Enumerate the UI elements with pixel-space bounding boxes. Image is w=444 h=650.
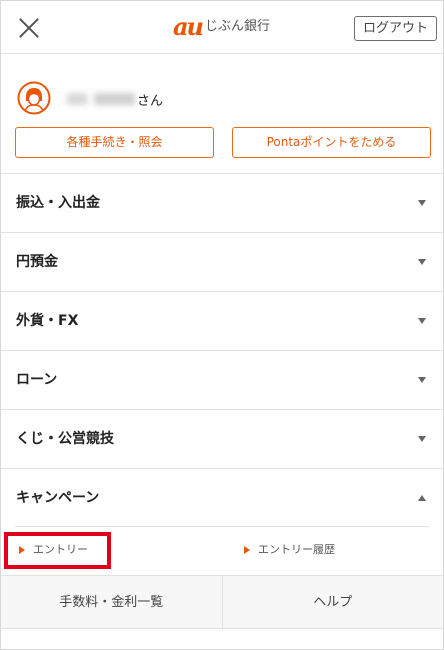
menu-item-label: ローン	[16, 372, 58, 388]
fees-rates-link[interactable]: 手数料・金利一覧	[1, 576, 222, 628]
close-icon[interactable]	[15, 14, 43, 42]
menu-item-label: 振込・入出金	[16, 195, 100, 211]
help-link[interactable]: ヘルプ	[221, 576, 444, 628]
masked-name	[67, 93, 135, 105]
logout-button[interactable]: ログアウト	[354, 16, 437, 41]
header: au じぶん銀行 ログアウト	[1, 1, 443, 54]
menu-item-yen-deposit[interactable]: 円預金	[1, 233, 443, 292]
ponta-points-button[interactable]: Pontaポイントをためる	[232, 127, 431, 158]
menu-item-label: 円預金	[16, 254, 58, 270]
main-menu: 振込・入出金 円預金 外貨・FX ローン くじ・公営競技 キャンペーン	[1, 173, 443, 528]
user-avatar-icon	[17, 81, 51, 115]
menu-item-foreign-fx[interactable]: 外貨・FX	[1, 292, 443, 351]
brand-logo[interactable]: au じぶん銀行	[173, 15, 270, 39]
divider	[15, 526, 429, 527]
chevron-down-icon	[418, 259, 426, 265]
chevron-down-icon	[418, 436, 426, 442]
submenu-entry-history-link[interactable]: エントリー履歴	[244, 543, 335, 557]
footer: 手数料・金利一覧 ヘルプ	[1, 575, 443, 629]
menu-item-label: くじ・公営競技	[16, 431, 114, 447]
menu-item-label: 外貨・FX	[16, 313, 79, 329]
user-name: さん	[67, 90, 164, 109]
submenu-entry-history-label: エントリー履歴	[258, 543, 335, 556]
chevron-down-icon	[418, 377, 426, 383]
menu-item-campaign[interactable]: キャンペーン	[1, 469, 443, 528]
honorific: さん	[137, 93, 164, 109]
brand-mark: au	[173, 12, 204, 41]
chevron-down-icon	[418, 318, 426, 324]
brand-name: じぶん銀行	[205, 19, 271, 34]
menu-item-loan[interactable]: ローン	[1, 351, 443, 410]
chevron-down-icon	[418, 200, 426, 206]
triangle-right-icon	[244, 546, 250, 554]
menu-panel: au じぶん銀行 ログアウト さん 各種手続き・照会 Pontaポイントをためる…	[0, 0, 444, 650]
campaign-submenu: エントリー エントリー履歴	[1, 526, 443, 575]
menu-item-transfer[interactable]: 振込・入出金	[1, 174, 443, 233]
submenu-entry-label: エントリー	[33, 543, 88, 556]
menu-item-lottery[interactable]: くじ・公営競技	[1, 410, 443, 469]
chevron-up-icon	[418, 495, 426, 501]
procedures-button[interactable]: 各種手続き・照会	[15, 127, 214, 158]
menu-item-label: キャンペーン	[16, 490, 100, 506]
submenu-entry-link[interactable]: エントリー	[19, 543, 88, 557]
triangle-right-icon	[19, 546, 25, 554]
